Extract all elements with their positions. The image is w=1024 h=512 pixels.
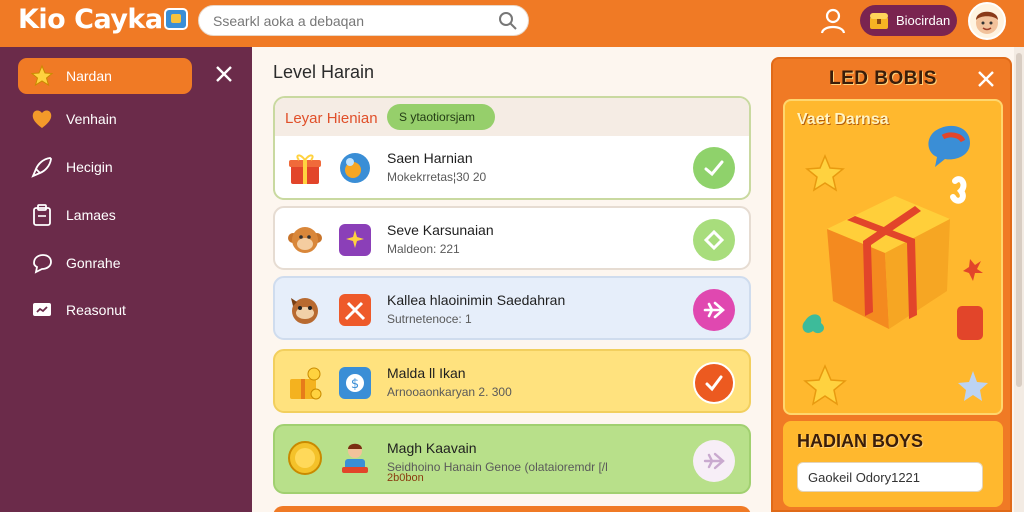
- row-subtitle: Maldeon: 221: [387, 242, 460, 256]
- code-input-value: Gaokeil Odory1221: [808, 470, 921, 485]
- confirm-button[interactable]: [693, 362, 735, 404]
- code-input[interactable]: Gaokeil Odory1221: [797, 462, 983, 492]
- sidebar-item-gonrahe[interactable]: Gonrahe: [18, 245, 192, 281]
- gift-box-icon: [802, 125, 988, 406]
- check-icon: [704, 160, 724, 177]
- row-title: Saen Harnian: [387, 150, 473, 166]
- level-row[interactable]: $ Malda ll Ikan Arnooaonkaryan 2. 300: [273, 349, 751, 413]
- raccoon-icon: [291, 298, 318, 324]
- sidebar-item-label: Gonrahe: [66, 255, 121, 271]
- tag-icon: [703, 229, 725, 251]
- row-subtitle: Sutrnetenoce: 1: [387, 312, 472, 326]
- main-content: Level Harain Leyar Hienian S ytaotiorsja…: [252, 47, 766, 512]
- sidebar-item-lamaes[interactable]: Lamaes: [18, 197, 192, 233]
- row-subtitle-extra: 2b0bon: [387, 472, 424, 484]
- sidebar-item-label: Nardan: [66, 68, 112, 84]
- row-title: Kallea hlaoinimin Saedahran: [387, 292, 566, 308]
- play-button[interactable]: [693, 289, 735, 331]
- row-title: Seve Karsunaian: [387, 222, 494, 238]
- logo-badge-icon: [164, 8, 188, 30]
- svg-text:$: $: [351, 377, 359, 392]
- level-row[interactable]: Seve Karsunaian Maldeon: 221: [273, 206, 751, 270]
- coins-gift-icon: [290, 367, 322, 400]
- user-icon[interactable]: [818, 6, 848, 36]
- close-icon[interactable]: [976, 69, 996, 89]
- sidebar-item-reasonut[interactable]: Reasonut: [18, 292, 192, 328]
- list-header-title: Leyar Hienian: [285, 110, 378, 127]
- search-box[interactable]: Ssearkl aoka a debaqan: [198, 5, 529, 36]
- clipboard-icon: [33, 204, 51, 226]
- sidebar-item-nardan[interactable]: Nardan: [18, 58, 192, 94]
- check-icon: [705, 375, 723, 392]
- top-bar: Kio Caykar Ssearkl aoka a debaqan Biocir…: [0, 0, 1024, 47]
- plane-icon: [703, 452, 725, 470]
- heart-icon: [32, 110, 52, 128]
- close-icon[interactable]: [214, 64, 234, 84]
- scrollbar-thumb[interactable]: [1016, 53, 1022, 387]
- list-header: Leyar Hienian S ytaotiorsjam: [275, 98, 749, 138]
- level-row[interactable]: Magh Kaavain Seidhoino Hanain Genoe (ola…: [273, 424, 751, 494]
- monkey-icon: [288, 227, 322, 253]
- character-icon: [342, 443, 368, 473]
- coin-label: Biocirdan: [896, 13, 951, 28]
- message-icon: [33, 303, 51, 316]
- star-icon: [30, 64, 54, 87]
- treasure-chest-icon: [870, 13, 888, 29]
- row-subtitle: Arnooaonkaryan 2. 300: [387, 385, 512, 399]
- row-title: Magh Kaavain: [387, 440, 477, 456]
- filter-pill-label: S ytaotiorsjam: [399, 110, 476, 124]
- search-input[interactable]: Ssearkl aoka a debaqan: [213, 13, 364, 29]
- tag-button[interactable]: [693, 219, 735, 261]
- page-title: Level Harain: [273, 62, 375, 82]
- section-title: HADIAN BOYS: [797, 431, 924, 451]
- search-icon[interactable]: [498, 11, 518, 31]
- sidebar-item-hecigin[interactable]: Hecigin: [18, 149, 192, 185]
- bonus-panel: LED BOBIS Vaet Darnsa HADIAN BOYS Gaokei…: [771, 57, 1012, 512]
- play-button[interactable]: [693, 440, 735, 482]
- level-row[interactable]: Saen Harnian Mokekrretas¦30 20: [273, 136, 751, 200]
- level-row[interactable]: Kallea hlaoinimin Saedahran Sutrnetenoce…: [273, 276, 751, 340]
- money-card-icon: $: [339, 367, 371, 399]
- avatar[interactable]: [968, 2, 1006, 40]
- gold-coin-icon: [288, 441, 322, 475]
- chat-icon: [33, 254, 52, 274]
- sidebar-item-venhain[interactable]: Venhain: [18, 101, 192, 137]
- rocket-icon: [31, 157, 52, 178]
- sidebar-item-label: Hecigin: [66, 159, 113, 175]
- sidebar: Nardan Venhain Hecigin Lamaes Gonrahe Re…: [0, 47, 252, 512]
- plane-icon: [703, 301, 725, 319]
- complete-button[interactable]: [693, 147, 735, 189]
- next-row-peek: [273, 506, 751, 512]
- filter-pill-button[interactable]: S ytaotiorsjam: [387, 104, 495, 130]
- row-title: Malda ll Ikan: [387, 365, 466, 381]
- avatar-face-icon: [976, 11, 998, 34]
- tools-icon: [339, 294, 371, 326]
- panel-title: LED BOBIS: [829, 68, 937, 89]
- scrollbar[interactable]: [1014, 47, 1024, 512]
- coin-balance-button[interactable]: Biocirdan: [860, 5, 957, 36]
- sidebar-item-label: Reasonut: [66, 302, 126, 318]
- bonus-card[interactable]: Vaet Darnsa: [783, 99, 1003, 415]
- sidebar-item-label: Venhain: [66, 111, 117, 127]
- row-subtitle: Mokekrretas¦30 20: [387, 170, 487, 184]
- magic-card-icon: [339, 224, 371, 256]
- orb-icon: [340, 153, 370, 183]
- gift-icon: [289, 154, 321, 184]
- app-logo[interactable]: Kio Caykar: [18, 4, 176, 35]
- sidebar-item-label: Lamaes: [66, 207, 116, 223]
